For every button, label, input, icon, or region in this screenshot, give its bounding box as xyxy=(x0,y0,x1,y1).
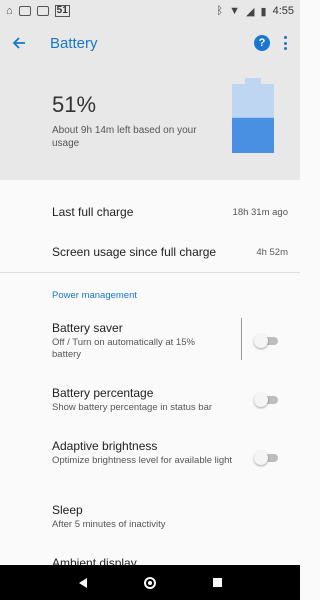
adaptive-brightness-subtitle: Optimize brightness level for available … xyxy=(52,455,233,466)
last-full-charge-row[interactable]: Last full charge 18h 31m ago xyxy=(0,190,300,230)
app-bar: Battery ? xyxy=(0,22,300,64)
wifi-icon: ▼ xyxy=(229,5,241,17)
message-icon xyxy=(36,6,49,16)
ambient-display-title: Ambient display xyxy=(52,556,137,565)
home-icon: ⌂ xyxy=(6,5,13,17)
adaptive-brightness-toggle[interactable] xyxy=(254,451,280,465)
cell-signal-icon: ◢ xyxy=(246,5,255,18)
last-full-charge-value: 18h 31m ago xyxy=(232,207,288,218)
battery-summary: 51% About 9h 14m left based on your usag… xyxy=(0,64,300,180)
back-arrow-icon xyxy=(12,37,25,49)
sleep-title: Sleep xyxy=(52,503,83,517)
screen-usage-label: Screen usage since full charge xyxy=(52,245,217,259)
status-bar: ⌂ 51 ᛒ ▼ ◢ ▮ 4:55 xyxy=(0,0,300,22)
navigation-bar xyxy=(0,565,300,600)
battery-level-icon xyxy=(232,78,274,153)
nav-recents-icon[interactable] xyxy=(212,578,222,587)
signal-badge: 51 xyxy=(54,5,70,17)
help-icon[interactable]: ? xyxy=(254,35,270,51)
last-full-charge-label: Last full charge xyxy=(52,205,134,219)
sleep-subtitle: After 5 minutes of inactivity xyxy=(52,519,166,530)
divider xyxy=(0,272,300,273)
battery-percentage-toggle[interactable] xyxy=(254,393,280,407)
battery-saver-subtitle: Off / Turn on automatically at 15% batte… xyxy=(52,337,195,360)
ambient-display-row[interactable]: Ambient display xyxy=(0,548,300,565)
photo-icon xyxy=(18,6,31,16)
battery-estimate: About 9h 14m left based on your usage xyxy=(52,125,197,149)
clock: 4:55 xyxy=(272,5,294,17)
bluetooth-icon: ᛒ xyxy=(216,5,224,17)
nav-home-icon[interactable] xyxy=(143,576,156,589)
battery-saver-row[interactable]: Battery saver Off / Turn on automaticall… xyxy=(0,312,300,368)
more-vert-icon[interactable] xyxy=(280,34,290,52)
battery-percentage-title: Battery percentage xyxy=(52,386,154,400)
battery-percentage-row[interactable]: Battery percentage Show battery percenta… xyxy=(0,376,300,422)
adaptive-brightness-row[interactable]: Adaptive brightness Optimize brightness … xyxy=(0,430,300,486)
battery-saver-toggle[interactable] xyxy=(254,334,280,348)
page-title: Battery xyxy=(50,34,98,52)
battery-saver-title: Battery saver xyxy=(52,321,123,335)
adaptive-brightness-title: Adaptive brightness xyxy=(52,439,158,453)
battery-percentage: 51% xyxy=(52,92,97,117)
power-management-header: Power management xyxy=(52,290,138,301)
vertical-separator xyxy=(241,318,242,360)
screen-usage-row[interactable]: Screen usage since full charge 4h 52m xyxy=(0,232,300,272)
back-button[interactable] xyxy=(0,22,38,64)
screen-usage-value: 4h 52m xyxy=(256,247,288,258)
nav-back-icon[interactable] xyxy=(78,577,87,588)
battery-icon: ▮ xyxy=(260,5,267,18)
sleep-row[interactable]: Sleep After 5 minutes of inactivity xyxy=(0,494,300,536)
battery-percentage-subtitle: Show battery percentage in status bar xyxy=(52,402,213,413)
